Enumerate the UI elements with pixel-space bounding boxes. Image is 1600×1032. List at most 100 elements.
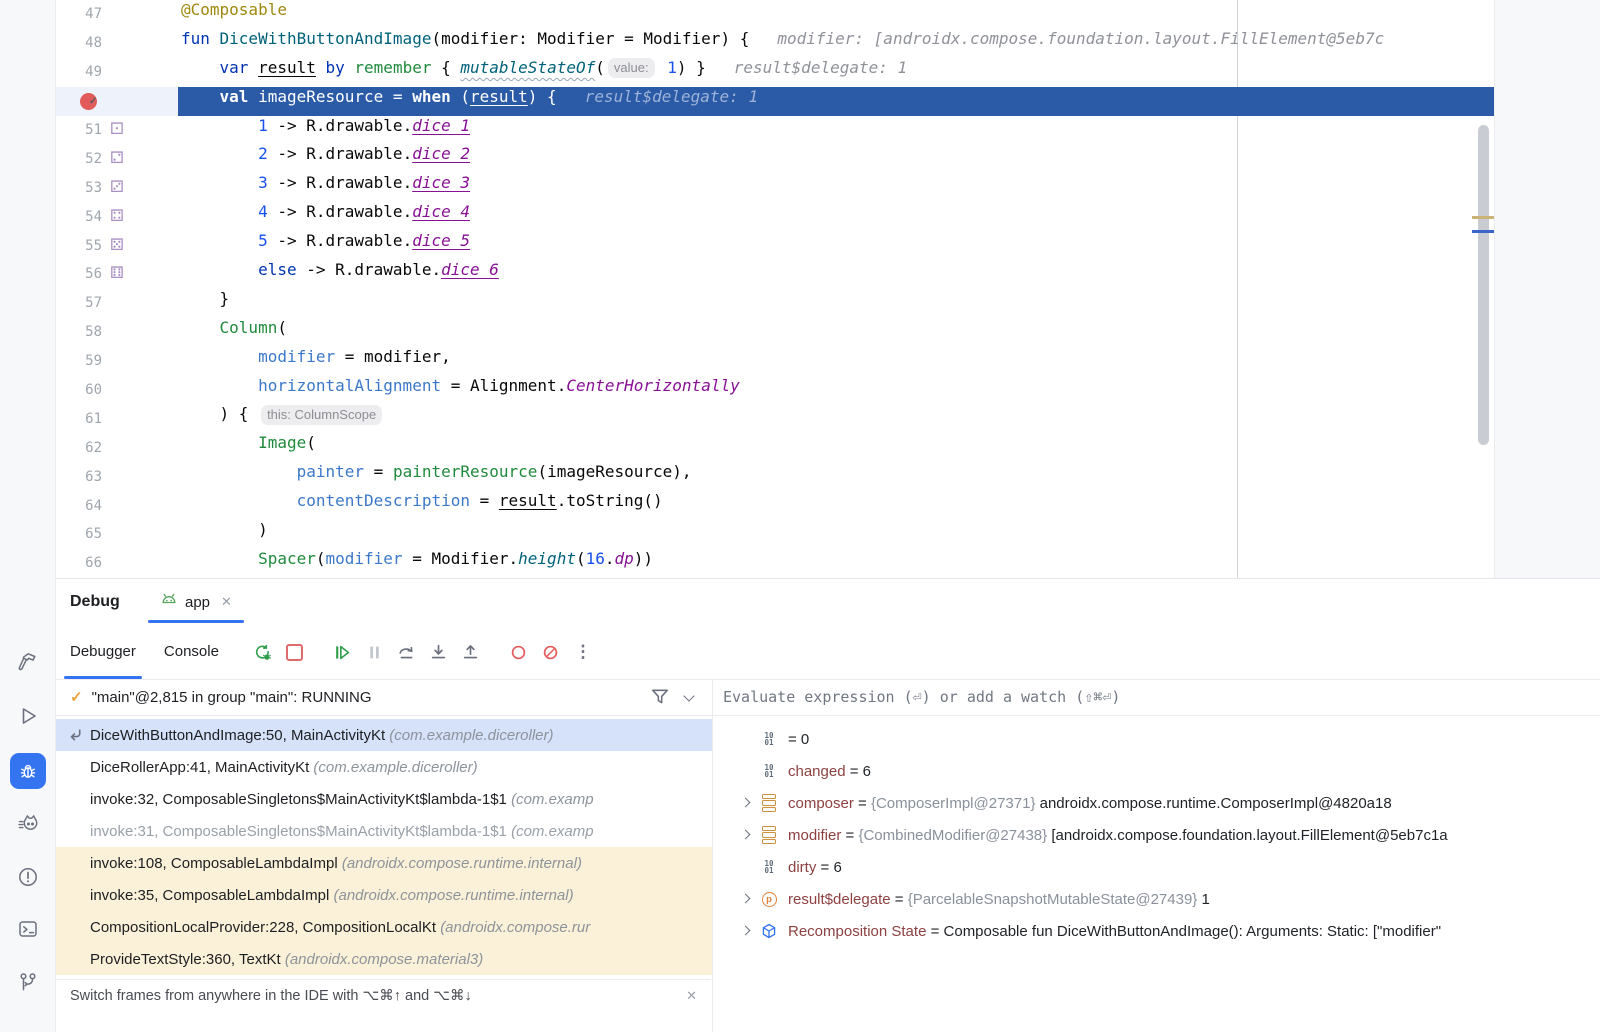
gutter-cell[interactable]: 54⚃ xyxy=(56,202,178,231)
gutter-cell[interactable]: 58 xyxy=(56,318,178,347)
tool-button-debug[interactable] xyxy=(10,753,46,789)
tab-console[interactable]: Console xyxy=(150,625,233,679)
dice-5-preview-icon[interactable]: ⚄ xyxy=(102,238,132,254)
variable-row[interactable]: composer = {ComposerImpl@27371} androidx… xyxy=(713,787,1600,819)
gutter-cell[interactable]: 57 xyxy=(56,289,178,318)
gutter-cell[interactable]: ✓ xyxy=(56,87,178,116)
tool-button-git[interactable] xyxy=(17,971,39,993)
dice-1-preview-icon[interactable]: ⚀ xyxy=(102,122,132,138)
evaluate-expression-row[interactable]: Evaluate expression (⏎) or add a watch (… xyxy=(713,679,1600,716)
code-text[interactable]: fun DiceWithButtonAndImage(modifier: Mod… xyxy=(178,29,1494,58)
gutter-cell[interactable]: 60 xyxy=(56,376,178,405)
code-line-49: 49 var result by remember { mutableState… xyxy=(56,58,1494,87)
gutter-cell[interactable]: 52⚁ xyxy=(56,144,178,173)
variable-row[interactable]: presult$delegate = {ParcelableSnapshotMu… xyxy=(713,883,1600,915)
editor-scrollbar[interactable] xyxy=(1478,125,1489,445)
tool-button-build[interactable] xyxy=(17,651,39,673)
expand-chevron-icon[interactable] xyxy=(742,895,750,903)
code-text[interactable]: ) xyxy=(178,520,1494,549)
step-over-button[interactable] xyxy=(392,637,422,667)
gutter-cell[interactable]: 53⚂ xyxy=(56,173,178,202)
tool-button-problems[interactable] xyxy=(17,866,39,888)
close-icon[interactable]: ✕ xyxy=(221,594,232,610)
variable-row[interactable]: 1001= 0 xyxy=(713,723,1600,755)
gutter-cell[interactable]: 48 xyxy=(56,29,178,58)
code-text[interactable]: 5 -> R.drawable.dice_5 xyxy=(178,231,1494,260)
code-text[interactable]: Column( xyxy=(178,318,1494,347)
filter-icon[interactable] xyxy=(650,687,670,707)
view-breakpoints-button[interactable] xyxy=(504,637,534,667)
gutter-cell[interactable]: 64 xyxy=(56,491,178,520)
code-text[interactable]: painter = painterResource(imageResource)… xyxy=(178,462,1494,491)
stack-frame-row[interactable]: invoke:31, ComposableSingletons$MainActi… xyxy=(56,815,712,847)
expand-chevron-icon[interactable] xyxy=(742,831,750,839)
code-text[interactable]: 2 -> R.drawable.dice_2 xyxy=(178,144,1494,173)
stop-button[interactable] xyxy=(280,637,310,667)
mute-breakpoints-button[interactable] xyxy=(536,637,566,667)
gutter-cell[interactable]: 51⚀ xyxy=(56,116,178,145)
code-text[interactable]: 1 -> R.drawable.dice_1 xyxy=(178,116,1494,145)
gutter-cell[interactable]: 56⚅ xyxy=(56,260,178,289)
gutter-cell[interactable]: 59 xyxy=(56,347,178,376)
pause-button[interactable] xyxy=(360,637,390,667)
variable-row[interactable]: modifier = {CombinedModifier@27438} [and… xyxy=(713,819,1600,851)
code-text[interactable]: horizontalAlignment = Alignment.CenterHo… xyxy=(178,376,1494,405)
tab-debugger[interactable]: Debugger xyxy=(56,625,150,679)
code-text[interactable]: Spacer(modifier = Modifier.height(16.dp)… xyxy=(178,549,1494,578)
code-text[interactable]: contentDescription = result.toString() xyxy=(178,491,1494,520)
stack-frame-row[interactable]: ProvideTextStyle:360, TextKt (androidx.c… xyxy=(56,943,712,975)
expand-chevron-icon[interactable] xyxy=(742,799,750,807)
gutter-cell[interactable]: 49 xyxy=(56,58,178,87)
tool-button-run[interactable] xyxy=(17,705,39,727)
dice-2-preview-icon[interactable]: ⚁ xyxy=(102,151,132,167)
code-text[interactable]: 4 -> R.drawable.dice_4 xyxy=(178,202,1494,231)
gutter-cell[interactable]: 65 xyxy=(56,520,178,549)
chevron-down-icon[interactable] xyxy=(684,692,694,702)
code-text[interactable]: Image( xyxy=(178,433,1494,462)
tool-button-terminal[interactable] xyxy=(17,918,39,940)
code-text[interactable]: 3 -> R.drawable.dice_3 xyxy=(178,173,1494,202)
variable-row[interactable]: 1001changed = 6 xyxy=(713,755,1600,787)
code-text[interactable]: else -> R.drawable.dice_6 xyxy=(178,260,1494,289)
gutter-cell[interactable]: 55⚄ xyxy=(56,231,178,260)
resume-button[interactable] xyxy=(328,637,358,667)
cube-icon xyxy=(760,922,778,940)
stack-frame-row[interactable]: DiceRollerApp:41, MainActivityKt (com.ex… xyxy=(56,751,712,783)
session-tab-app[interactable]: app ✕ xyxy=(148,579,244,625)
code-text[interactable]: modifier = modifier, xyxy=(178,347,1494,376)
gutter-cell[interactable]: 62 xyxy=(56,433,178,462)
dice-6-preview-icon[interactable]: ⚅ xyxy=(102,266,132,282)
tool-button-profiler[interactable] xyxy=(17,813,39,835)
stack-frame-row[interactable]: invoke:32, ComposableSingletons$MainActi… xyxy=(56,783,712,815)
code-line-51: 51⚀ 1 -> R.drawable.dice_1 xyxy=(56,116,1494,145)
code-text[interactable]: @Composable xyxy=(178,0,1494,29)
line-number: 53 xyxy=(56,180,102,196)
expand-chevron-icon[interactable] xyxy=(742,927,750,935)
rerun-button[interactable] xyxy=(248,637,278,667)
stack-frame-row[interactable]: CompositionLocalProvider:228, Compositio… xyxy=(56,911,712,943)
gutter-cell[interactable]: 47 xyxy=(56,0,178,29)
gutter-cell[interactable]: 63 xyxy=(56,462,178,491)
stack-frame-row[interactable]: invoke:35, ComposableLambdaImpl (android… xyxy=(56,879,712,911)
more-button[interactable]: ⋮ xyxy=(568,637,598,667)
code-text[interactable]: ) { this: ColumnScope xyxy=(178,404,1494,433)
variable-row[interactable]: Recomposition State = Composable fun Dic… xyxy=(713,915,1600,947)
step-into-button[interactable] xyxy=(424,637,454,667)
gutter-cell[interactable]: 61 xyxy=(56,404,178,433)
code-text[interactable]: } xyxy=(178,289,1494,318)
code-line-56: 56⚅ else -> R.drawable.dice_6 xyxy=(56,260,1494,289)
dice-3-preview-icon[interactable]: ⚂ xyxy=(102,180,132,196)
variable-row[interactable]: 1001dirty = 6 xyxy=(713,851,1600,883)
close-icon[interactable]: ✕ xyxy=(686,988,697,1004)
stack-frame-row[interactable]: invoke:108, ComposableLambdaImpl (androi… xyxy=(56,847,712,879)
gutter-cell[interactable]: 66 xyxy=(56,549,178,578)
code-editor[interactable]: 47@Composable48fun DiceWithButtonAndImag… xyxy=(56,0,1494,578)
dice-4-preview-icon[interactable]: ⚃ xyxy=(102,209,132,225)
thread-status-row[interactable]: ✓ "main"@2,815 in group "main": RUNNING xyxy=(56,679,712,716)
variable-name: modifier xyxy=(788,827,841,844)
code-text[interactable]: val imageResource = when (result) {resul… xyxy=(178,87,1494,116)
code-text[interactable]: var result by remember { mutableStateOf(… xyxy=(178,58,1494,87)
line-number: 55 xyxy=(56,238,102,254)
stack-frame-row[interactable]: DiceWithButtonAndImage:50, MainActivityK… xyxy=(56,719,712,751)
step-out-button[interactable] xyxy=(456,637,486,667)
